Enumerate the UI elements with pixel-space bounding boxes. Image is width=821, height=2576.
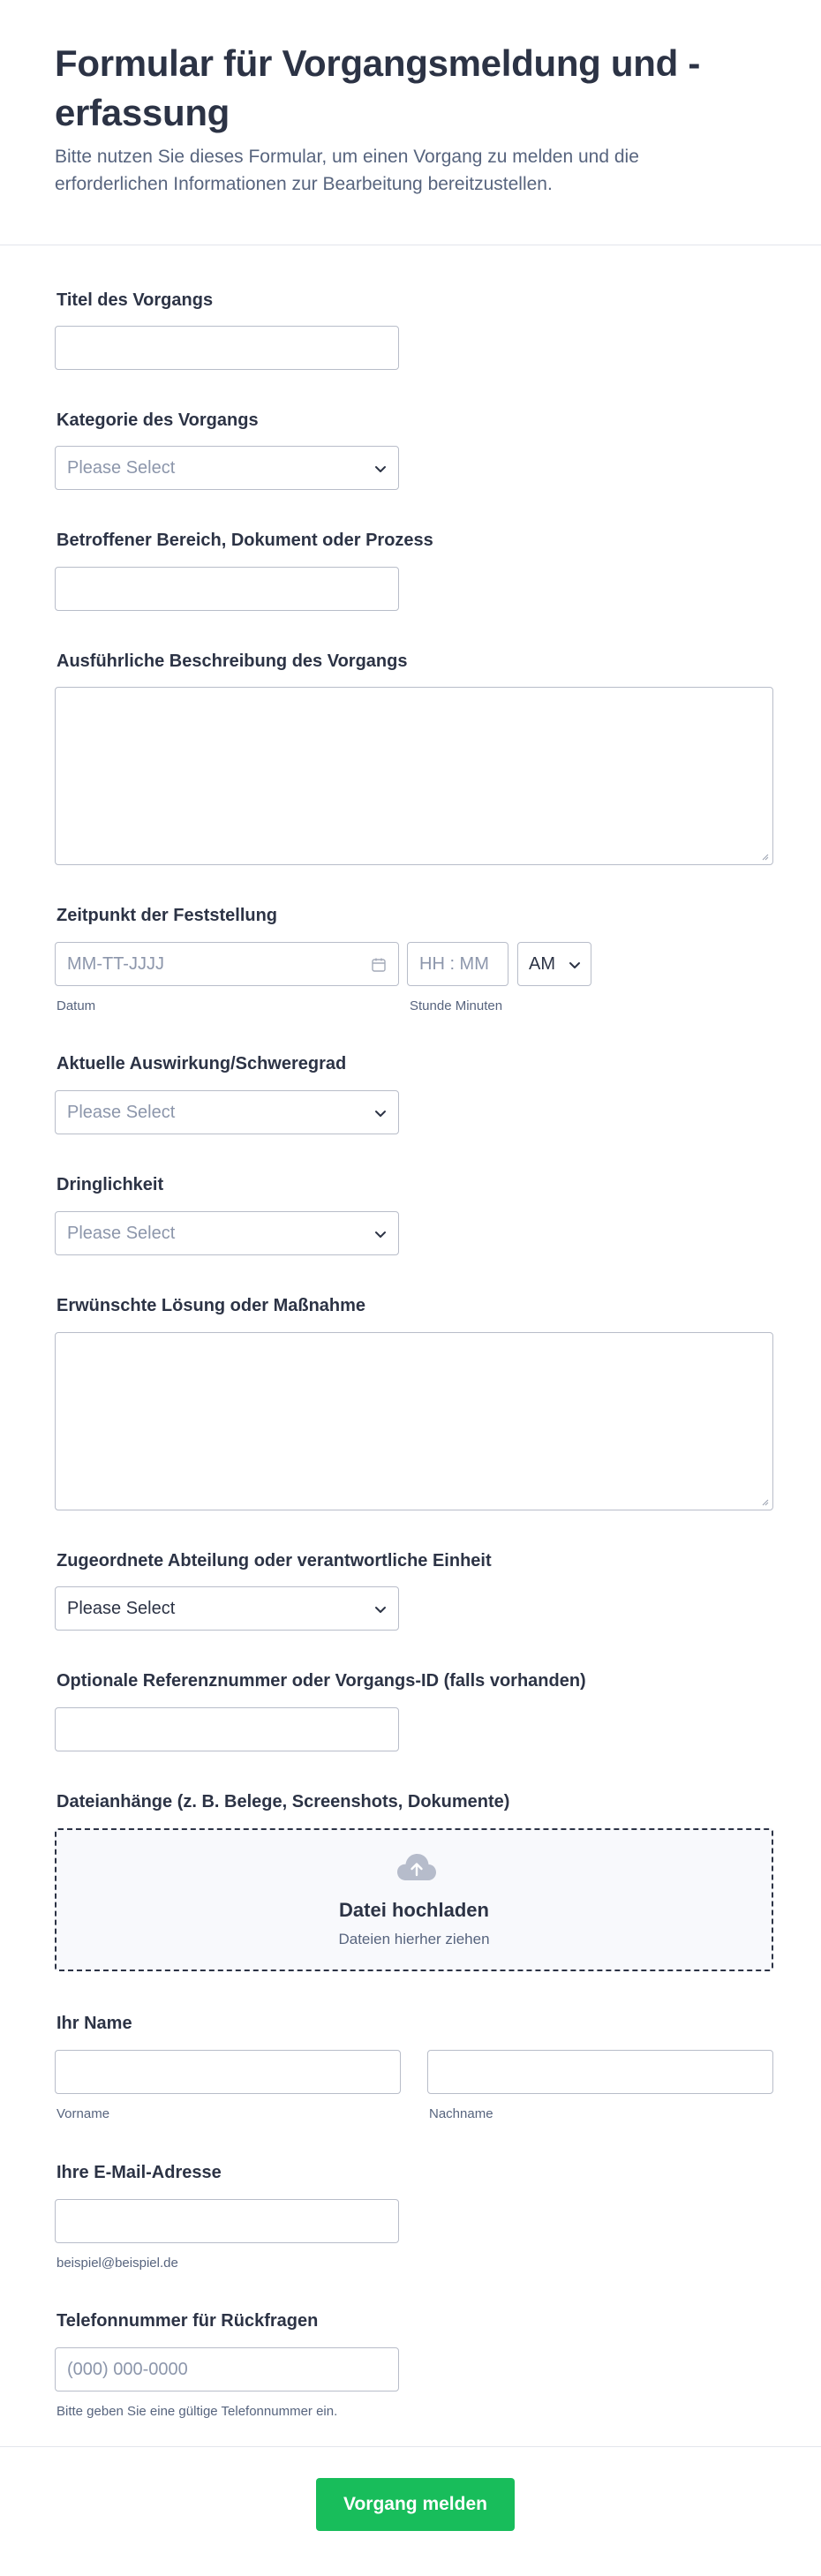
email-input[interactable] [55,2199,399,2243]
time-sublabel: Stunde Minuten [410,998,503,1013]
dringlichkeit-select-value: Please Select [67,1224,176,1243]
titel-label: Titel des Vorgangs [56,290,214,310]
abteilung-label: Zugeordnete Abteilung oder verantwortlic… [56,1551,492,1570]
page-subtitle: Bitte nutzen Sie dieses Formular, um ein… [55,147,639,194]
loesung-textarea[interactable] [55,1332,773,1510]
first-name-sublabel: Vorname [56,2106,110,2121]
email-label: Ihre E-Mail-Adresse [56,2163,222,2182]
kategorie-select[interactable]: Please Select [55,446,399,490]
last-name-sublabel: Nachname [429,2106,493,2121]
date-placeholder: MM-TT-JJJJ [67,954,164,974]
dringlichkeit-select[interactable]: Please Select [55,1211,399,1255]
calendar-icon[interactable] [370,956,388,974]
form-header: Formular für Vorgangsmeldung und -erfass… [0,0,821,245]
abteilung-select-value: Please Select [67,1599,176,1618]
resize-grip-icon[interactable] [760,1497,769,1506]
chevron-down-icon [375,466,386,472]
loesung-label: Erwünschte Lösung oder Maßnahme [56,1296,366,1315]
auswirkung-select-value: Please Select [67,1103,176,1122]
beschreibung-textarea[interactable] [55,687,773,865]
chevron-down-icon [375,1111,386,1117]
upload-hint: Dateien hierher ziehen [338,1931,490,1947]
chevron-down-icon [375,1232,386,1238]
titel-input[interactable] [55,326,399,370]
name-label: Ihr Name [56,2014,132,2033]
phone-sublabel: Bitte geben Sie eine gültige Telefonnumm… [56,2404,338,2419]
anhaenge-label: Dateianhänge (z. B. Belege, Screenshots,… [56,1792,510,1811]
referenz-label: Optionale Referenznummer oder Vorgangs-I… [56,1671,586,1691]
auswirkung-label: Aktuelle Auswirkung/Schweregrad [56,1054,347,1073]
zeitpunkt-label: Zeitpunkt der Feststellung [56,906,278,925]
abteilung-select[interactable]: Please Select [55,1586,399,1631]
resize-grip-icon[interactable] [760,852,769,861]
time-input[interactable]: HH : MM [407,942,508,986]
referenz-input[interactable] [55,1707,399,1751]
date-input[interactable]: MM-TT-JJJJ [55,942,399,986]
ampm-value: AM [529,954,555,974]
kategorie-select-value: Please Select [67,458,176,478]
cloud-upload-icon [397,1854,436,1880]
footer-divider [0,2446,821,2447]
file-upload-dropzone[interactable]: Datei hochladen Dateien hierher ziehen [55,1828,773,1971]
bereich-input[interactable] [55,567,399,611]
submit-button[interactable]: Vorgang melden [316,2478,515,2531]
date-sublabel: Datum [56,998,96,1013]
kategorie-label: Kategorie des Vorgangs [56,411,259,430]
page-title: Formular für Vorgangsmeldung und -erfass… [55,42,701,133]
beschreibung-label: Ausführliche Beschreibung des Vorgangs [56,652,408,671]
last-name-input[interactable] [427,2050,773,2094]
ampm-select[interactable]: AM [517,942,591,986]
upload-title: Datei hochladen [339,1899,489,1921]
bereich-label: Betroffener Bereich, Dokument oder Proze… [56,531,433,550]
first-name-input[interactable] [55,2050,401,2094]
phone-input[interactable] [55,2347,399,2391]
email-sublabel: beispiel@beispiel.de [56,2256,178,2271]
telefon-label: Telefonnummer für Rückfragen [56,2311,319,2331]
chevron-down-icon [375,1607,386,1613]
dringlichkeit-label: Dringlichkeit [56,1175,164,1194]
auswirkung-select[interactable]: Please Select [55,1090,399,1134]
chevron-down-icon [569,962,580,968]
time-placeholder: HH : MM [419,954,489,974]
